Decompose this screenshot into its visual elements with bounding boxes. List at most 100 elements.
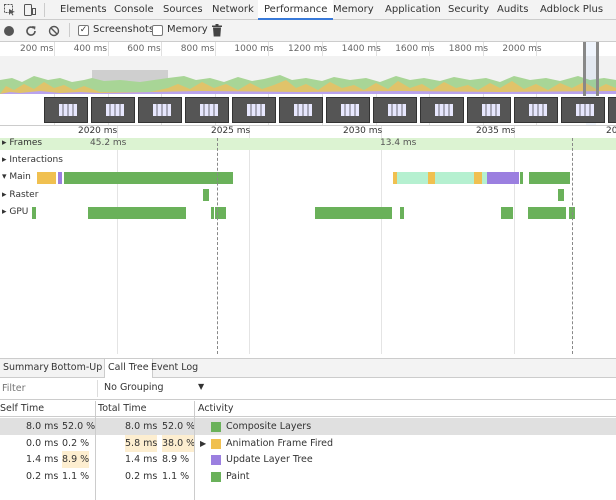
activity-name: Composite Layers <box>226 421 312 432</box>
reload-icon[interactable] <box>25 25 37 37</box>
category-swatch <box>211 422 221 432</box>
ruler-tick: 2025 ms <box>211 126 251 136</box>
tab-elements[interactable]: Elements <box>54 0 113 20</box>
grouping-value: No Grouping <box>104 382 164 393</box>
tab-adblock-plus[interactable]: Adblock Plus <box>534 0 609 20</box>
screenshot-thumbnail[interactable] <box>279 97 323 123</box>
grouping-dropdown[interactable]: No Grouping ▼ <box>104 382 208 396</box>
ruler-tick: 2035 ms <box>476 126 516 136</box>
self-time-pct: 52.0 % <box>62 421 96 432</box>
overview-selection-right-handle[interactable] <box>596 42 599 96</box>
timeline-gridline <box>249 126 250 354</box>
expand-arrow-icon[interactable]: ▶ <box>200 435 206 452</box>
frame-duration: 45.2 ms <box>90 138 127 148</box>
activity-name: Paint <box>226 470 250 482</box>
memory-checkbox[interactable] <box>152 25 163 36</box>
filter-input[interactable] <box>0 380 98 397</box>
self-time-header[interactable]: Self Time <box>0 401 44 416</box>
gpu-task-bar[interactable] <box>315 207 392 219</box>
self-time-ms: 1.4 ms <box>26 454 59 465</box>
screenshot-thumbnail[interactable] <box>232 97 276 123</box>
raster-label: Raster <box>9 190 39 200</box>
main-task-bar[interactable] <box>487 172 519 184</box>
raster-track-label[interactable]: ▸ Raster <box>2 190 38 200</box>
total-time-ms: 1.4 ms <box>125 454 158 465</box>
tab-performance[interactable]: Performance <box>258 0 334 20</box>
ruler-tick: 2020 ms <box>78 126 118 136</box>
screenshot-thumbnail[interactable] <box>561 97 605 123</box>
calltree-row[interactable]: 0.0 ms 0.2 % 5.8 ms 38.0 % ▶ Animation Frame … <box>0 434 616 452</box>
gpu-track-label[interactable]: ▸ GPU <box>2 207 28 217</box>
interactions-track-label[interactable]: ▸ Interactions <box>2 155 63 165</box>
tab-event-log[interactable]: Event Log <box>148 359 201 378</box>
main-task-bar[interactable] <box>37 172 56 184</box>
tab-application[interactable]: Application <box>379 0 447 20</box>
main-task-bar[interactable] <box>474 172 482 184</box>
gpu-task-bar[interactable] <box>88 207 186 219</box>
screenshot-thumbnail[interactable] <box>185 97 229 123</box>
main-task-bar[interactable] <box>64 172 233 184</box>
overview-tick-label: 1400 ms <box>341 44 381 54</box>
tab-security[interactable]: Security <box>442 0 495 20</box>
device-toolbar-icon[interactable] <box>24 4 36 16</box>
activity-header[interactable]: Activity <box>198 401 234 416</box>
gpu-task-bar[interactable] <box>211 207 214 219</box>
gpu-task-bar[interactable] <box>501 207 513 219</box>
record-icon[interactable] <box>4 26 14 36</box>
raster-task-bar[interactable] <box>558 189 564 201</box>
frames-label: Frames <box>9 138 43 148</box>
calltree-row[interactable]: 0.2 ms 1.1 % 0.2 ms 1.1 % Paint <box>0 468 616 485</box>
tab-sources[interactable]: Sources <box>157 0 209 20</box>
main-task-bar[interactable] <box>58 172 62 184</box>
gpu-task-bar[interactable] <box>528 207 566 219</box>
clear-icon[interactable] <box>48 25 60 37</box>
calltree-header-row <box>0 400 616 417</box>
screenshots-checkbox[interactable]: ✓ <box>78 25 89 36</box>
screenshot-thumbnail[interactable] <box>44 97 88 123</box>
calltree-row[interactable]: 1.4 ms 8.9 % 1.4 ms 8.9 % Update Layer Tree <box>0 451 616 468</box>
raster-task-bar[interactable] <box>203 189 209 201</box>
main-task-bar[interactable] <box>397 172 428 184</box>
timeline-gridline <box>117 126 118 354</box>
screenshot-thumbnail[interactable] <box>420 97 464 123</box>
cpu-activity-chart <box>0 56 616 94</box>
screenshot-thumbnail[interactable] <box>373 97 417 123</box>
screenshot-thumbnail[interactable] <box>138 97 182 123</box>
total-time-header[interactable]: Total Time <box>98 401 146 416</box>
screenshot-thumbnail[interactable] <box>326 97 370 123</box>
total-time-pct: 8.9 % <box>162 454 190 465</box>
tab-audits[interactable]: Audits <box>491 0 534 20</box>
main-track-label[interactable]: ▾ Main <box>2 172 31 182</box>
timeline-gridline <box>381 126 382 354</box>
gpu-task-bar[interactable] <box>32 207 36 219</box>
main-task-bar[interactable] <box>529 172 570 184</box>
frames-track-label[interactable]: ▸ Frames <box>2 138 42 148</box>
tab-memory[interactable]: Memory <box>327 0 380 20</box>
main-task-bar[interactable] <box>520 172 523 184</box>
category-swatch <box>211 438 221 449</box>
tab-bottom-up[interactable]: Bottom-Up <box>48 359 105 378</box>
screenshot-thumbnail[interactable] <box>608 97 616 123</box>
details-tabbar: Summary Bottom-Up Call Tree Event Log <box>0 358 616 378</box>
main-label: Main <box>9 172 31 182</box>
tabbar-separator <box>44 3 45 17</box>
screenshot-thumbnail[interactable] <box>467 97 511 123</box>
overview-tick-label: 400 ms <box>73 44 108 54</box>
tab-call-tree[interactable]: Call Tree <box>104 359 153 378</box>
calltree-row[interactable]: 8.0 ms 52.0 % 8.0 ms 52.0 % Composite Layers <box>0 418 616 435</box>
tab-console[interactable]: Console <box>108 0 160 20</box>
tab-network[interactable]: Network <box>206 0 260 20</box>
self-time-ms: 0.0 ms <box>26 437 59 449</box>
tab-summary[interactable]: Summary <box>0 359 52 378</box>
toolbar-separator <box>69 23 70 37</box>
total-time-pct: 1.1 % <box>162 470 190 482</box>
timeline-overview[interactable]: 200 ms 400 ms 600 ms 800 ms 1000 ms 1200 ms 14… <box>0 42 616 126</box>
screenshot-thumbnail[interactable] <box>514 97 558 123</box>
inspect-icon[interactable] <box>4 4 16 16</box>
main-task-bar[interactable] <box>428 172 435 184</box>
main-task-bar[interactable] <box>435 172 474 184</box>
screenshot-thumbnail[interactable] <box>91 97 135 123</box>
gpu-task-bar[interactable] <box>400 207 404 219</box>
total-time-pct: 38.0 % <box>162 434 196 452</box>
trash-icon[interactable] <box>212 24 222 37</box>
